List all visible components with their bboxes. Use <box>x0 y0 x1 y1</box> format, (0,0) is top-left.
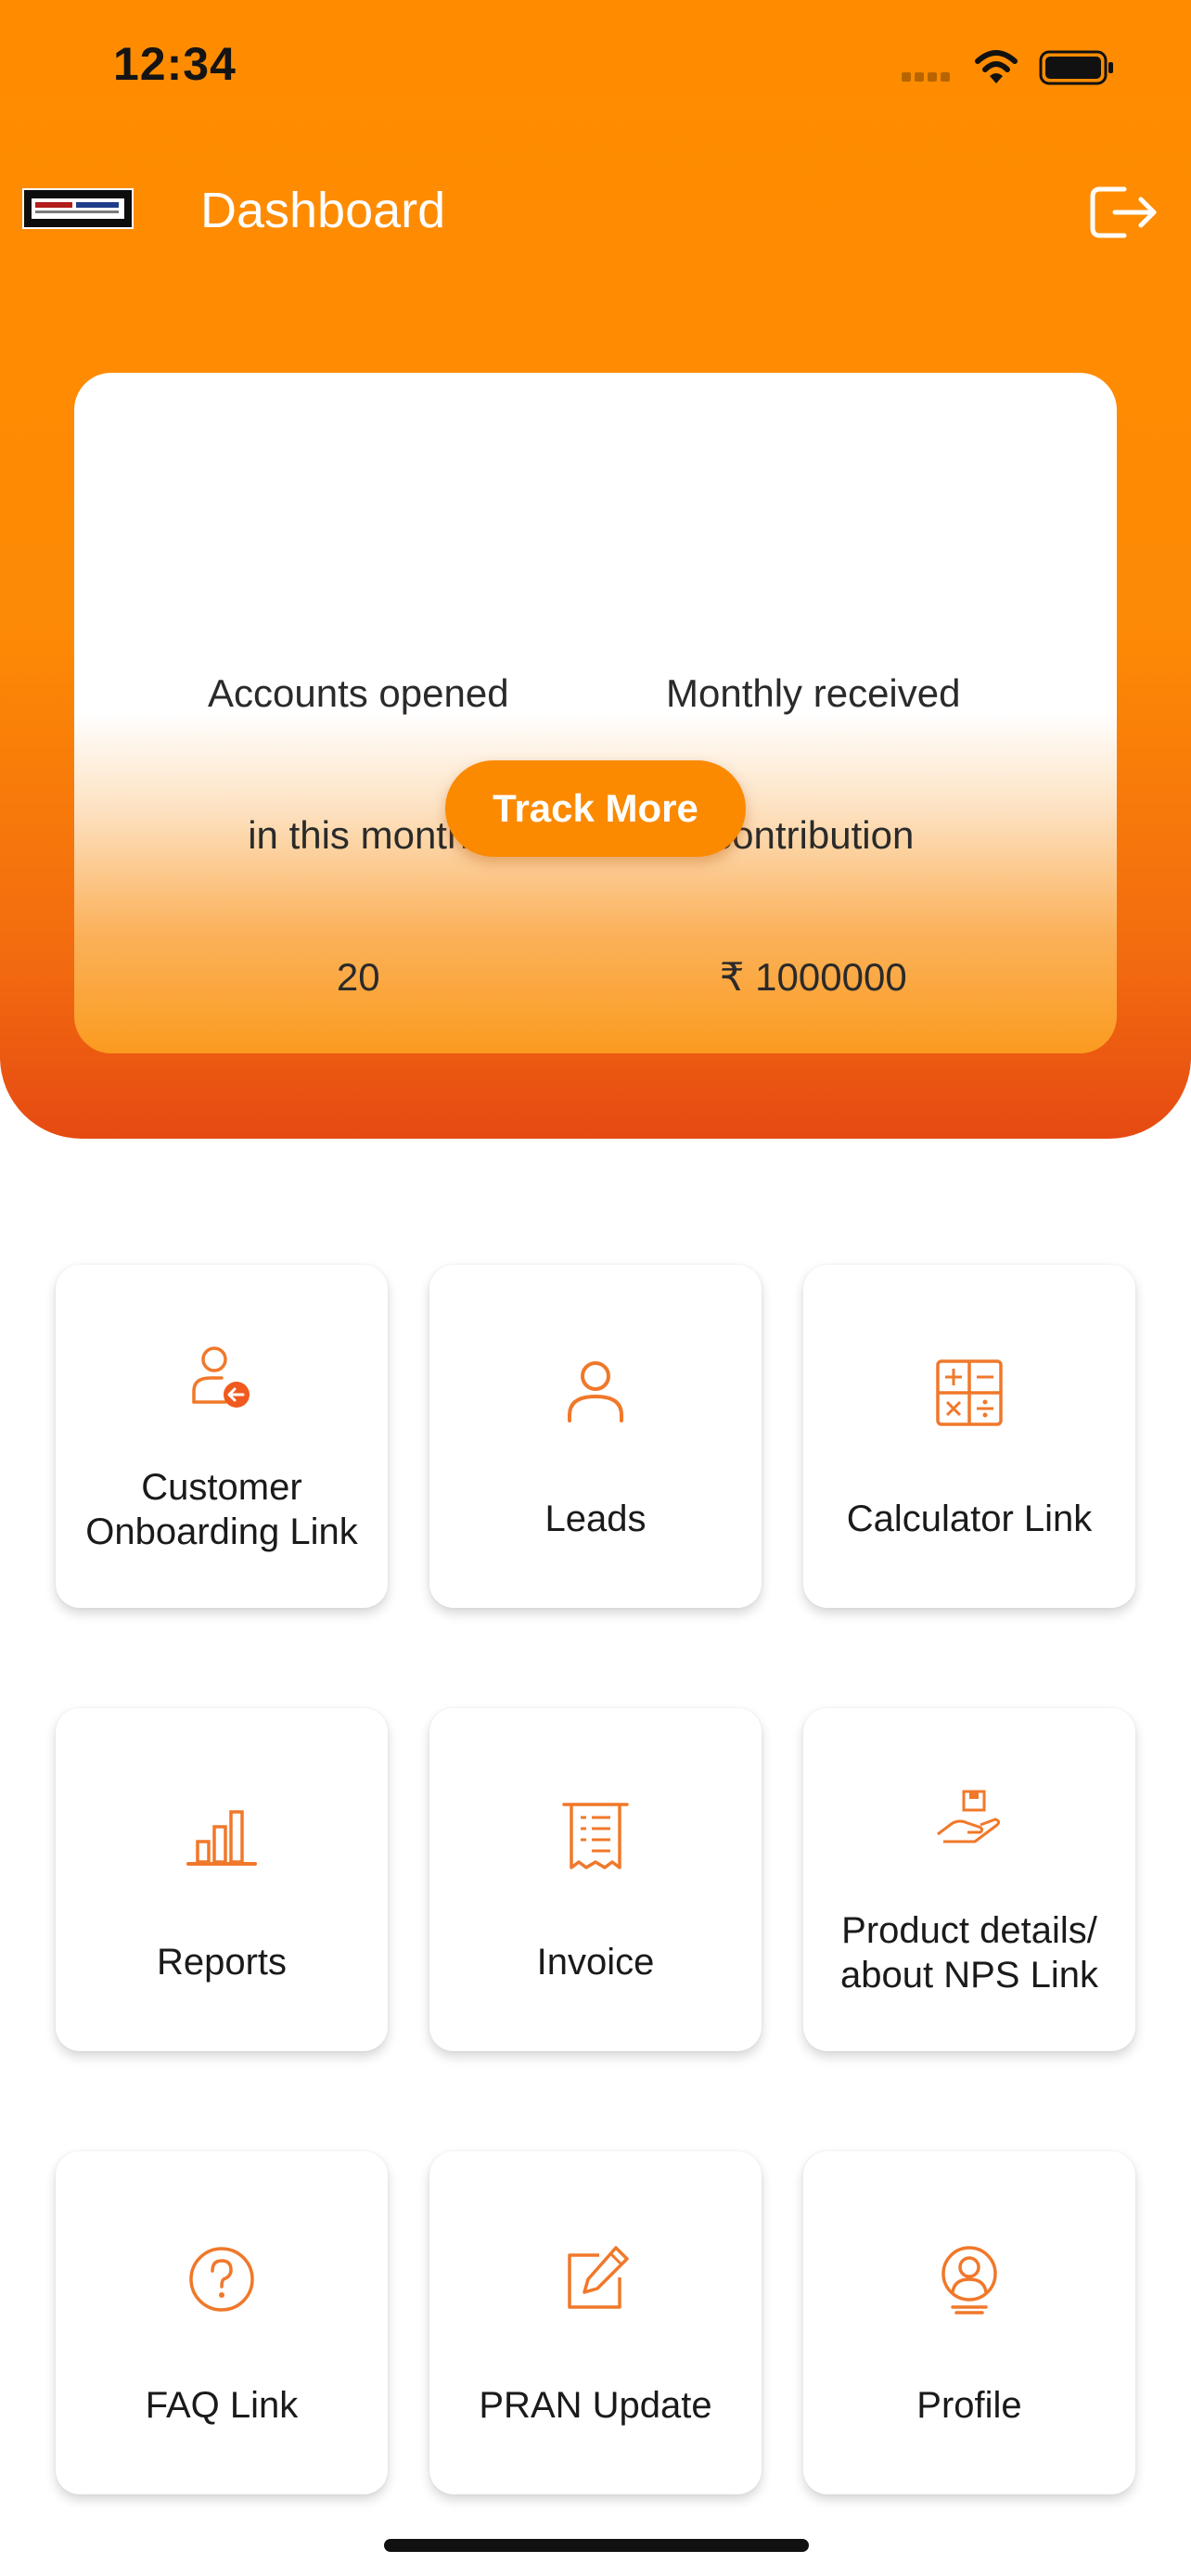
contribution-label-1: Monthly received <box>666 671 961 715</box>
home-indicator[interactable] <box>384 2539 809 2552</box>
question-circle-icon <box>189 2247 254 2312</box>
invoice-icon <box>562 1803 629 1869</box>
tile-pran-update[interactable]: PRAN Update <box>429 2151 762 2494</box>
cellular-signal-icon <box>902 72 957 83</box>
contribution-value: ₹ 1000000 <box>719 955 907 999</box>
tile-leads[interactable]: Leads <box>429 1265 762 1608</box>
tile-customer-onboarding[interactable]: Customer Onboarding Link <box>56 1265 388 1608</box>
hand-box-icon <box>937 1790 1001 1843</box>
tile-label: PRAN Update <box>479 2385 712 2426</box>
tile-invoice[interactable]: Invoice <box>429 1708 762 2051</box>
tile-product-details[interactable]: Product details/about NPS Link <box>803 1708 1135 2051</box>
tile-label: Reports <box>156 1942 288 1983</box>
tile-profile[interactable]: Profile <box>803 2151 1135 2494</box>
wifi-icon <box>975 50 1018 83</box>
edit-icon <box>568 2246 629 2309</box>
tile-label: FAQ Link <box>145 2385 299 2426</box>
status-bar: 12:34 <box>0 0 1191 139</box>
page-title: Dashboard <box>200 183 446 238</box>
tile-label: Leads <box>544 1498 647 1539</box>
tile-label: Product details/about NPS Link <box>840 1910 1098 1996</box>
calculator-icon <box>936 1359 1003 1426</box>
tile-reports[interactable]: Reports <box>56 1708 388 2051</box>
customer-onboarding-icon <box>192 1346 250 1408</box>
summary-card: Accounts opened in this month 20 Monthly… <box>74 373 1117 1053</box>
tile-calculator[interactable]: Calculator Link <box>803 1265 1135 1608</box>
tile-faq[interactable]: FAQ Link <box>56 2151 388 2494</box>
company-logo <box>22 188 134 229</box>
person-icon <box>568 1361 623 1422</box>
accounts-opened-value: 20 <box>336 955 380 999</box>
profile-icon <box>941 2246 997 2315</box>
track-more-button[interactable]: Track More <box>445 760 746 857</box>
status-time: 12:34 <box>113 38 237 90</box>
logout-icon[interactable] <box>1087 182 1161 243</box>
accounts-opened-label-1: Accounts opened <box>208 671 509 715</box>
tile-label: Profile <box>916 2385 1022 2426</box>
battery-icon <box>1039 50 1113 85</box>
tile-label: Calculator Link <box>846 1498 1093 1539</box>
bar-chart-icon <box>186 1810 257 1866</box>
tile-label: Invoice <box>536 1942 655 1983</box>
tile-label: Customer Onboarding Link <box>85 1467 358 1552</box>
